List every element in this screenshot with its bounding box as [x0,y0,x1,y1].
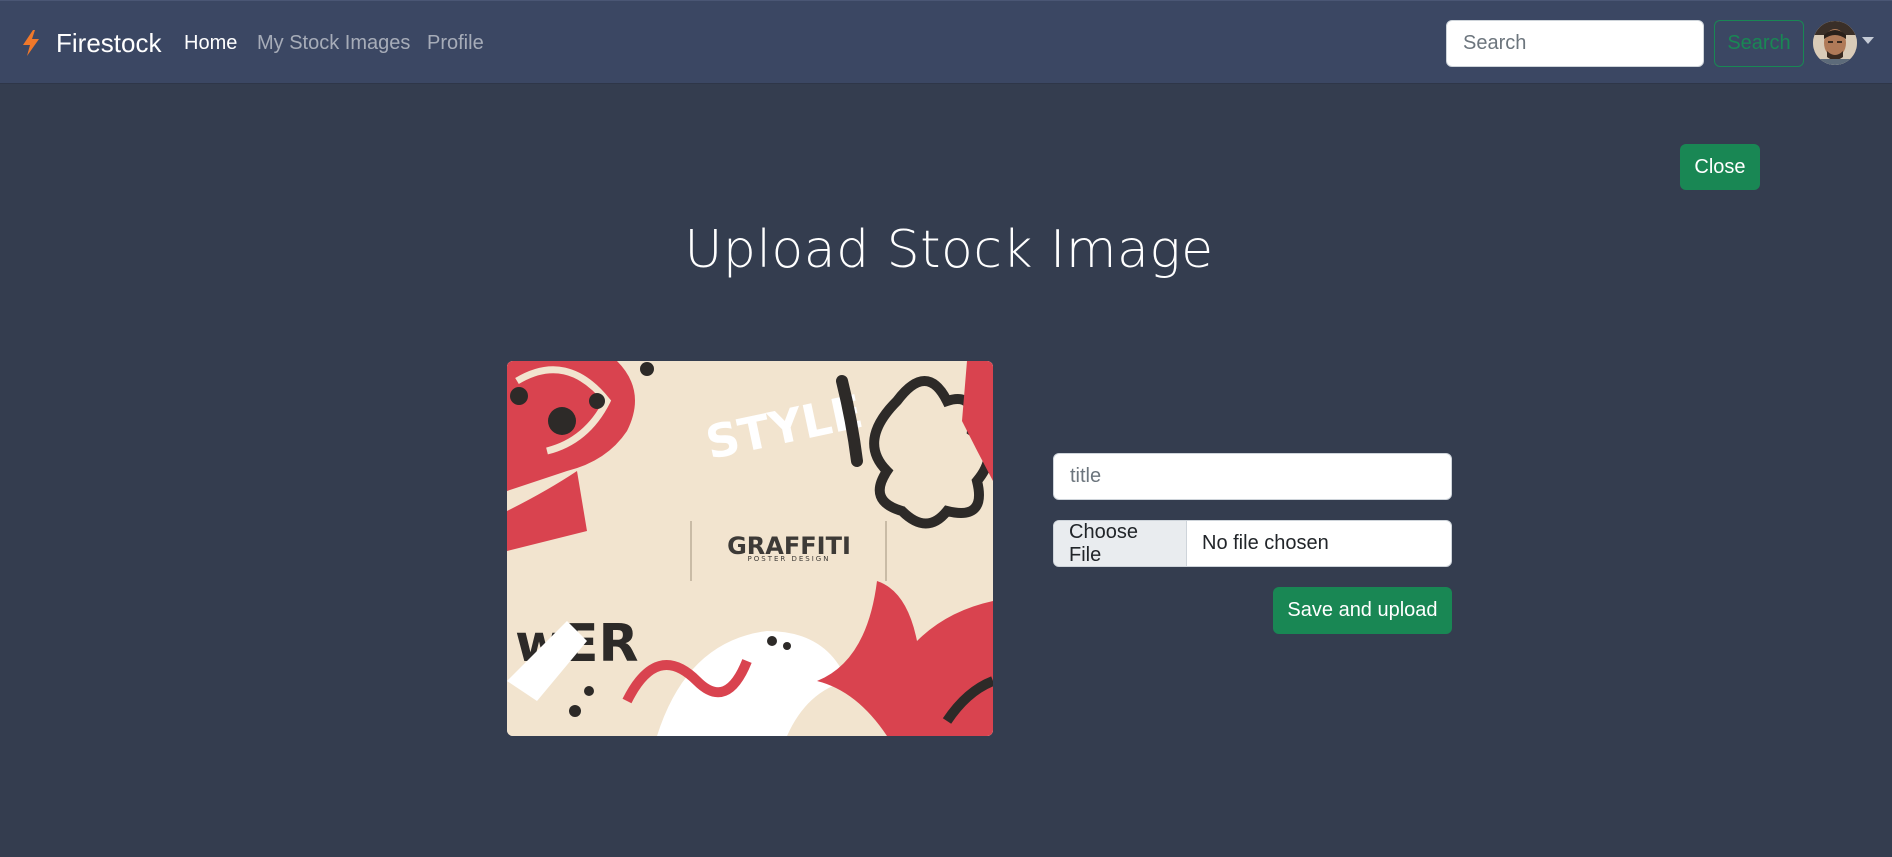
search-input[interactable] [1446,20,1704,67]
chevron-down-icon[interactable] [1862,37,1874,44]
title-input[interactable] [1053,453,1452,500]
user-avatar[interactable] [1813,21,1857,65]
lightning-icon [23,30,39,56]
brand-name: Firestock [56,27,162,58]
search-button[interactable]: Search [1714,20,1804,67]
graffiti-poster-image: STYLE wER GRAFFITI POSTER DESIGN [507,361,993,736]
navbar: Firestock Home My Stock Images Profile S… [0,0,1892,84]
nav-home[interactable]: Home [184,31,237,55]
brand-link[interactable]: Firestock [20,25,161,61]
poster-subline: POSTER DESIGN [748,555,831,563]
close-button[interactable]: Close [1680,144,1760,190]
avatar-image [1813,21,1857,65]
nav-profile[interactable]: Profile [427,31,484,55]
file-status: No file chosen [1202,532,1329,554]
image-preview: STYLE wER GRAFFITI POSTER DESIGN [507,361,993,736]
file-input[interactable]: Choose File No file chosen [1053,520,1452,567]
choose-file-button[interactable]: Choose File [1054,521,1187,566]
save-and-upload-button[interactable]: Save and upload [1273,587,1452,634]
page-title: Upload Stock Image [684,220,1214,280]
nav-my-stock-images[interactable]: My Stock Images [257,31,410,55]
